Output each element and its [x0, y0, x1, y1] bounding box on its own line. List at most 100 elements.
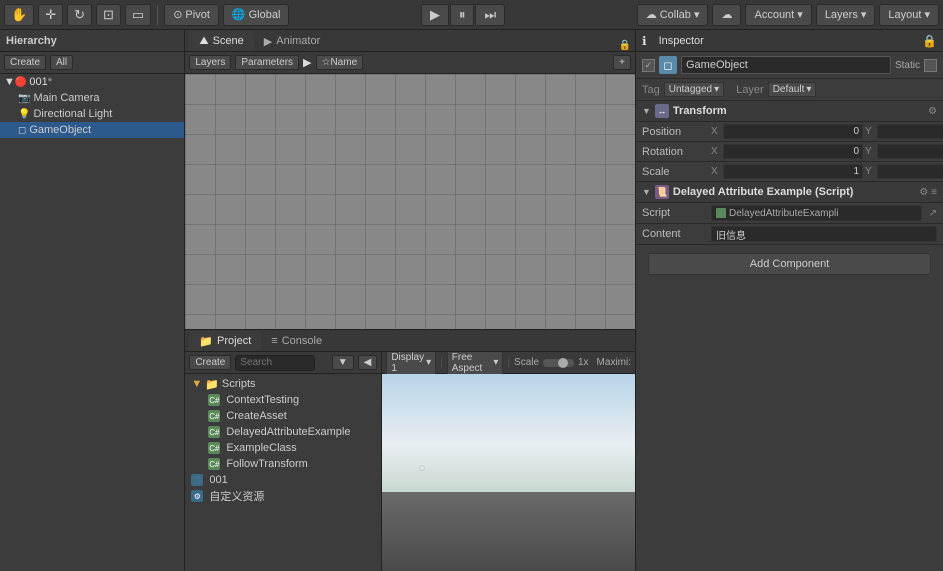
- scene-name-filter[interactable]: ☆Name: [316, 55, 364, 70]
- project-filter-btn[interactable]: ▼: [332, 355, 354, 370]
- account-btn[interactable]: Account ▾: [745, 4, 811, 26]
- step-btn[interactable]: ⏭: [475, 4, 505, 26]
- scale-y-input[interactable]: [877, 164, 943, 179]
- account-label: Account ▾: [754, 8, 802, 21]
- toolbar-sep-1: [157, 5, 158, 25]
- add-component-btn[interactable]: Add Component: [648, 253, 931, 275]
- hierarchy-create-btn[interactable]: Create: [4, 55, 46, 70]
- play-btn[interactable]: ▶: [421, 4, 449, 26]
- script-name-value: DelayedAttributeExampli: [729, 208, 839, 219]
- scale-tool-btn[interactable]: ⊡: [96, 4, 121, 26]
- display-dropdown[interactable]: Display 1 ▾: [386, 352, 436, 376]
- move-tool-btn[interactable]: ✛: [38, 4, 63, 26]
- aspect-dropdown[interactable]: Free Aspect ▾: [447, 352, 504, 376]
- project-item-delayed-attr[interactable]: C# DelayedAttributeExample: [187, 424, 379, 440]
- console-tab[interactable]: ≡ Console: [261, 331, 332, 351]
- project-item-example-class[interactable]: C# ExampleClass: [187, 440, 379, 456]
- project-item-custom-asset[interactable]: ⚙ 自定义资源: [187, 488, 379, 504]
- inspector-tab[interactable]: Inspector: [651, 31, 712, 51]
- parameters-btn[interactable]: Parameters: [235, 55, 299, 70]
- scene-add-btn[interactable]: +: [613, 55, 631, 70]
- lock-panel-icon[interactable]: 🔒: [619, 40, 631, 51]
- project-item-context-testing[interactable]: C# ContextTesting: [187, 392, 379, 408]
- game-sep2: |: [507, 357, 510, 368]
- scale-slider[interactable]: [543, 359, 574, 367]
- layout-btn[interactable]: Layout ▾: [879, 4, 939, 26]
- scene-tab[interactable]: ⛰ Scene: [189, 31, 253, 51]
- delayed-attr-menu-icon[interactable]: ≡: [931, 187, 937, 198]
- static-checkbox[interactable]: [924, 59, 937, 72]
- hierarchy-header: Hierarchy: [0, 30, 184, 52]
- follow-transform-label: FollowTransform: [226, 458, 308, 470]
- pause-btn[interactable]: ⏸: [450, 4, 475, 26]
- rotate-tool-btn[interactable]: ↻: [67, 4, 92, 26]
- script-value-field[interactable]: DelayedAttributeExampli: [711, 205, 922, 221]
- hierarchy-panel: Hierarchy Create All ▼ 🔴 001 * 📷 Main Ca…: [0, 30, 185, 571]
- create-asset-label: CreateAsset: [226, 410, 287, 422]
- collab-btn[interactable]: ☁ Collab ▾: [637, 4, 709, 26]
- project-search-input[interactable]: [235, 355, 315, 371]
- scene-area: ⛰ Scene ▶ Animator 🔒 Layers Parameters ▶…: [185, 30, 635, 330]
- rect-tool-btn[interactable]: ▭: [125, 4, 151, 26]
- scene-viewport[interactable]: [185, 74, 635, 329]
- position-y-input[interactable]: [877, 124, 943, 139]
- tag-label: Tag: [642, 84, 660, 96]
- transform-component-header[interactable]: ▼ ↔ Transform ⚙: [636, 101, 943, 122]
- layers-btn[interactable]: Layers ▾: [816, 4, 876, 26]
- inspector-lock-icon[interactable]: 🔒: [922, 34, 937, 48]
- cloud-btn[interactable]: ☁: [712, 4, 741, 26]
- layer-dropdown[interactable]: Default ▾: [768, 82, 817, 97]
- position-xyz: X Y Z: [711, 124, 943, 139]
- hierarchy-all-btn[interactable]: All: [50, 55, 73, 70]
- console-tab-label: Console: [282, 335, 322, 347]
- content-value-field[interactable]: 旧信息: [711, 226, 937, 242]
- animator-tab-label: Animator: [276, 35, 320, 47]
- rotation-y-input[interactable]: [877, 144, 943, 159]
- layers-label: Layers ▾: [825, 8, 867, 21]
- project-folder-scripts[interactable]: ▼ 📁 Scripts: [187, 376, 379, 392]
- inspector-content: ✓ ◻ Static Tag Untagged ▾ Layer Default …: [636, 52, 943, 571]
- project-tab[interactable]: 📁 Project: [189, 331, 261, 351]
- transform-expand-icon: ▼: [642, 106, 651, 116]
- pivot-btn[interactable]: ⊙ Pivot: [164, 4, 219, 26]
- hierarchy-item-gameobject[interactable]: ◻ GameObject: [0, 122, 184, 138]
- animator-tab[interactable]: ▶ Animator: [254, 31, 331, 51]
- global-btn[interactable]: 🌐 Global: [223, 4, 290, 26]
- scale-label: Scale: [514, 357, 539, 368]
- hand-tool-btn[interactable]: ✋: [4, 4, 34, 26]
- transform-settings-icon[interactable]: ⚙: [928, 106, 937, 117]
- delayed-attr-component-header[interactable]: ▼ 📜 Delayed Attribute Example (Script) ⚙…: [636, 182, 943, 203]
- gameobject-name-input[interactable]: [681, 56, 891, 74]
- scene-root-item[interactable]: ▼ 🔴 001 *: [0, 74, 184, 90]
- rotation-x-label: X: [711, 146, 721, 157]
- aspect-arrow: ▾: [493, 357, 498, 368]
- pivot-label: Pivot: [185, 9, 209, 21]
- hierarchy-item-main-camera[interactable]: 📷 Main Camera: [0, 90, 184, 106]
- layer-value: Default: [773, 84, 805, 95]
- project-toolbar: Create ▼ ◀: [185, 352, 381, 374]
- delayed-attr-label: DelayedAttributeExample: [226, 426, 350, 438]
- position-x-input[interactable]: [723, 124, 863, 139]
- project-create-btn[interactable]: Create: [189, 355, 231, 370]
- inspector-panel: ℹ Inspector 🔒 ✓ ◻ Static Tag Untagged ▾: [636, 30, 943, 571]
- rotation-x-input[interactable]: [723, 144, 863, 159]
- scale-x-input[interactable]: [723, 164, 863, 179]
- project-item-follow-transform[interactable]: C# FollowTransform: [187, 456, 379, 472]
- project-extra-btn[interactable]: ◀: [358, 355, 378, 370]
- gameobject-active-checkbox[interactable]: ✓: [642, 59, 655, 72]
- layers-scene-btn[interactable]: Layers: [189, 55, 231, 70]
- script-link-icon[interactable]: ↗: [929, 208, 937, 219]
- hierarchy-item-directional-light[interactable]: 💡 Directional Light: [0, 106, 184, 122]
- game-toolbar: Display 1 ▾ | Free Aspect ▾ | Scale: [382, 352, 635, 374]
- tag-arrow-icon: ▾: [714, 84, 719, 95]
- scale-y-label: Y: [865, 166, 875, 177]
- position-y-field: Y: [865, 124, 943, 139]
- project-item-create-asset[interactable]: C# CreateAsset: [187, 408, 379, 424]
- script-icon: C#: [208, 410, 220, 422]
- game-viewport[interactable]: [382, 374, 635, 571]
- camera-icon: 📷: [18, 93, 30, 104]
- rotation-label: Rotation: [642, 146, 707, 158]
- project-item-001[interactable]: 🎵 001: [187, 472, 379, 488]
- tag-dropdown[interactable]: Untagged ▾: [664, 82, 724, 97]
- delayed-attr-settings-icon[interactable]: ⚙: [919, 187, 928, 198]
